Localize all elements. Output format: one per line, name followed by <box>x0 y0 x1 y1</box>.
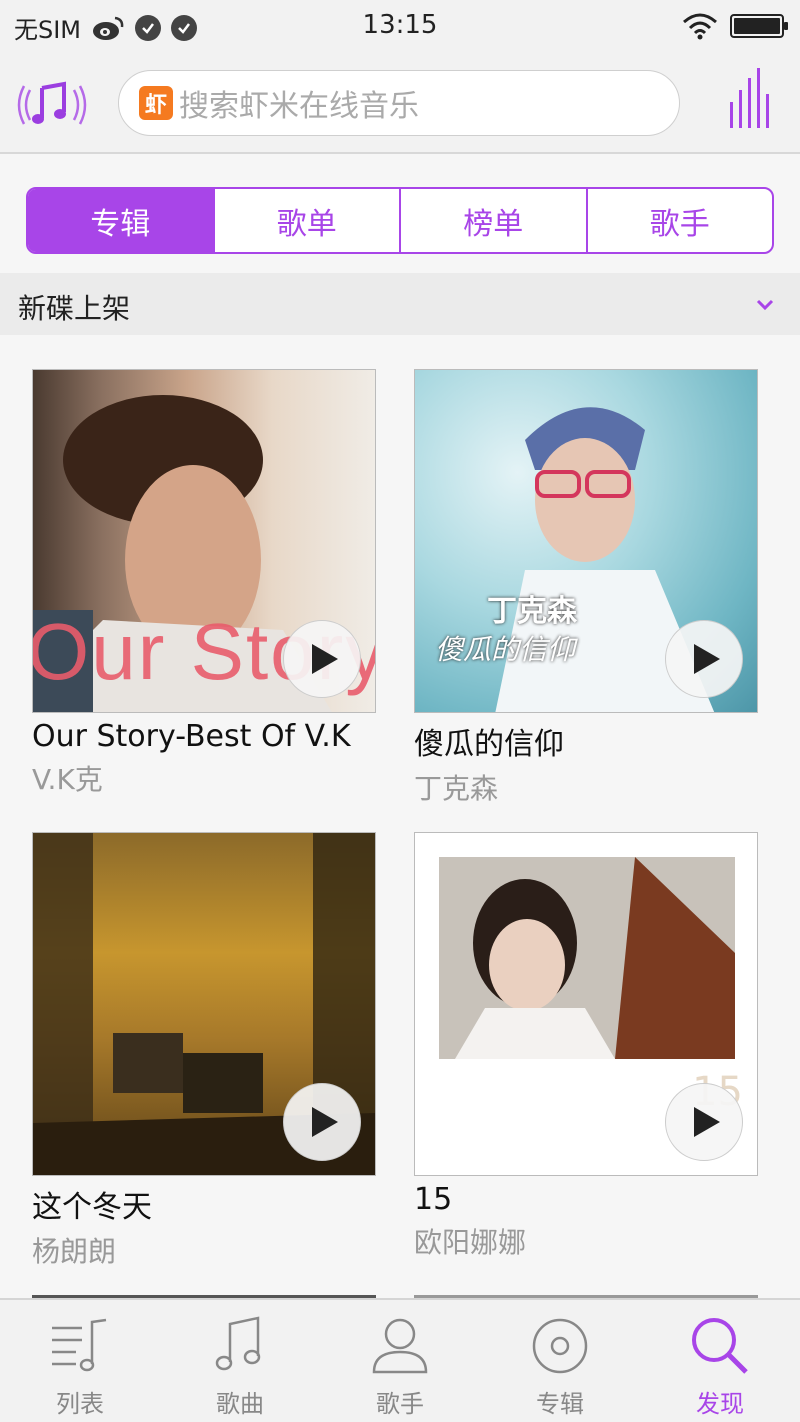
tab-charts[interactable]: 榜单 <box>401 189 588 252</box>
album-cover[interactable]: 丁克森 傻瓜的信仰 <box>414 369 758 713</box>
play-button[interactable] <box>283 1083 361 1161</box>
section-header[interactable]: 新碟上架 <box>0 273 800 335</box>
chevron-down-icon[interactable] <box>754 293 776 315</box>
tab-playlists[interactable]: 歌单 <box>215 189 401 252</box>
app-header: 虾 搜索虾米在线音乐 <box>0 52 800 154</box>
cover-text: 丁克森 <box>487 594 577 629</box>
nav-label: 专辑 <box>536 1390 584 1418</box>
person-icon <box>372 1318 428 1374</box>
nav-label: 歌手 <box>376 1390 424 1418</box>
album-artist: 丁克森 <box>414 772 499 805</box>
search-bar[interactable]: 虾 搜索虾米在线音乐 <box>118 70 680 136</box>
album-artist: V.K克 <box>32 763 103 796</box>
album-card[interactable]: 这个冬天 杨朗朗 <box>32 832 376 1270</box>
xiami-badge-icon: 虾 <box>139 86 173 120</box>
tab-albums[interactable]: 专辑 <box>28 189 215 252</box>
status-time: 13:15 <box>362 10 438 40</box>
nav-item-songs[interactable]: 歌曲 <box>160 1300 320 1422</box>
nav-label: 歌曲 <box>216 1390 264 1418</box>
album-title: 这个冬天 <box>32 1190 152 1225</box>
play-icon <box>694 644 720 674</box>
album-card[interactable]: 15 15 欧阳娜娜 <box>414 832 758 1261</box>
cover-subtext: 傻瓜的信仰 <box>435 633 576 666</box>
play-button[interactable] <box>283 620 361 698</box>
album-title: 傻瓜的信仰 <box>414 727 564 762</box>
album-cover[interactable]: Our Story <box>32 369 376 713</box>
status-right <box>682 12 788 40</box>
nav-item-discover[interactable]: 发现 <box>640 1300 800 1422</box>
nav-item-artists[interactable]: 歌手 <box>320 1300 480 1422</box>
disc-icon <box>532 1318 588 1374</box>
play-icon <box>312 1107 338 1137</box>
list-music-icon <box>52 1318 107 1372</box>
play-icon <box>312 644 338 674</box>
album-cover[interactable] <box>32 832 376 1176</box>
album-artist: 欧阳娜娜 <box>414 1226 527 1259</box>
tab-artists[interactable]: 歌手 <box>588 189 773 252</box>
category-tabs: 专辑 歌单 榜单 歌手 <box>26 187 774 254</box>
equalizer-icon[interactable] <box>730 68 770 128</box>
music-note-icon <box>215 1316 261 1371</box>
album-card[interactable]: 丁克森 傻瓜的信仰 傻瓜的信仰 丁克森 <box>414 369 758 807</box>
battery-icon <box>730 14 788 38</box>
xiami-music-logo-icon[interactable] <box>12 76 92 134</box>
album-title: Our Story-Best Of V.K <box>32 719 351 754</box>
nav-item-list[interactable]: 列表 <box>0 1300 160 1422</box>
nav-label: 发现 <box>696 1390 744 1418</box>
play-button[interactable] <box>665 1083 743 1161</box>
bottom-nav: 列表 歌曲 歌手 专辑 发现 <box>0 1298 800 1422</box>
nav-label: 列表 <box>56 1390 104 1418</box>
status-bar: 无SIM 13:15 <box>0 0 800 52</box>
section-title: 新碟上架 <box>18 292 131 325</box>
search-icon <box>692 1318 748 1374</box>
play-icon <box>694 1107 720 1137</box>
album-artist: 杨朗朗 <box>32 1235 117 1268</box>
wifi-icon <box>683 13 717 40</box>
search-placeholder: 搜索虾米在线音乐 <box>179 89 419 124</box>
play-button[interactable] <box>665 620 743 698</box>
album-card[interactable]: Our Story Our Story-Best Of V.K V.K克 <box>32 369 376 798</box>
album-cover[interactable]: 15 <box>414 832 758 1176</box>
album-title: 15 <box>414 1182 453 1217</box>
nav-item-albums[interactable]: 专辑 <box>480 1300 640 1422</box>
